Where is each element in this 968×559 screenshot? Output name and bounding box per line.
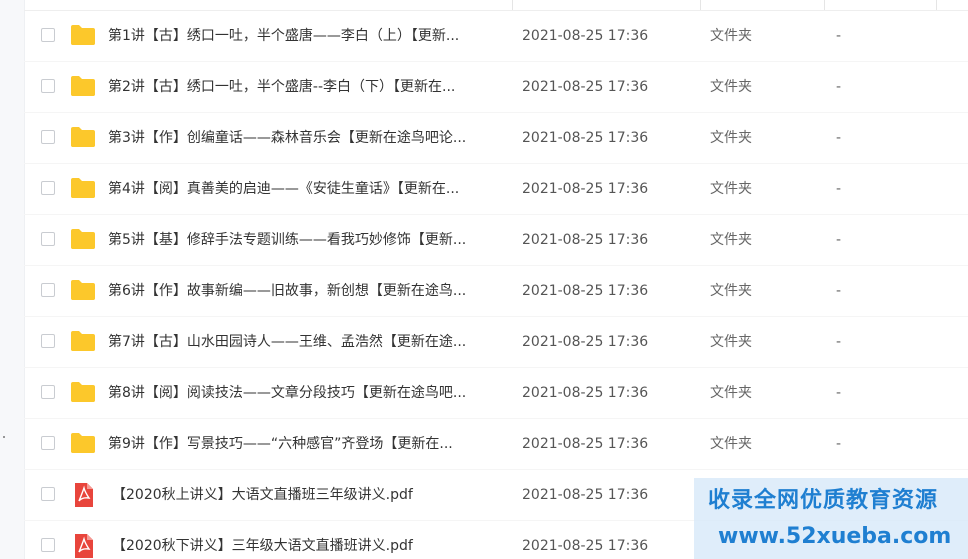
row-checkbox[interactable] [41, 538, 55, 552]
file-modified-date: 2021-08-25 17:36 [522, 436, 649, 452]
file-size: - [836, 79, 842, 95]
file-size: - [836, 28, 842, 44]
pdf-icon [70, 483, 96, 507]
column-divider[interactable] [512, 0, 513, 10]
folder-icon [70, 330, 96, 352]
file-name-link[interactable]: 第7讲【古】山水田园诗人——王维、孟浩然【更新在途... [108, 333, 518, 351]
file-name-link[interactable]: 【2020秋上讲义】大语文直播班三年级讲义.pdf [112, 486, 522, 504]
folder-icon [70, 279, 96, 301]
column-divider[interactable] [936, 0, 937, 10]
file-name-link[interactable]: 第3讲【作】创编童话——森林音乐会【更新在途鸟吧论... [108, 129, 518, 147]
row-checkbox[interactable] [41, 232, 55, 246]
file-size: - [836, 232, 842, 248]
watermark-slogan: 收录全网优质教育资源 [708, 488, 939, 513]
file-row[interactable]: 第7讲【古】山水田园诗人——王维、孟浩然【更新在途... 2021-08-25 1… [24, 317, 968, 368]
file-modified-date: 2021-08-25 17:36 [522, 385, 649, 401]
file-size: - [836, 334, 842, 350]
folder-icon [71, 331, 95, 351]
file-list: 第1讲【古】绣口一吐，半个盛唐——李白（上）【更新... 2021-08-25 1… [24, 11, 968, 559]
file-name-link[interactable]: 第8讲【阅】阅读技法——文章分段技巧【更新在途鸟吧... [108, 384, 518, 402]
watermark-overlay: 收录全网优质教育资源 www.52xueba.com [694, 478, 968, 559]
file-type: 文件夹 [710, 385, 752, 401]
file-name-link[interactable]: 第2讲【古】绣口一吐，半个盛唐--李白（下）【更新在... [108, 78, 518, 96]
file-size: - [836, 130, 842, 146]
file-row[interactable]: 第3讲【作】创编童话——森林音乐会【更新在途鸟吧论... 2021-08-25 1… [24, 113, 968, 164]
folder-icon [71, 382, 95, 402]
folder-icon [71, 280, 95, 300]
row-checkbox[interactable] [41, 79, 55, 93]
file-name-link[interactable]: 第4讲【阅】真善美的启迪——《安徒生童话》【更新在... [108, 180, 518, 198]
file-type: 文件夹 [710, 334, 752, 350]
row-checkbox[interactable] [41, 487, 55, 501]
watermark-url: www.52xueba.com [718, 524, 952, 549]
file-row[interactable]: 第9讲【作】写景技巧——“六种感官”齐登场【更新在... 2021-08-25 1… [24, 419, 968, 470]
column-header-strip [24, 0, 968, 11]
folder-icon [71, 127, 95, 147]
row-checkbox[interactable] [41, 181, 55, 195]
pdf-icon [75, 534, 93, 558]
row-checkbox[interactable] [41, 130, 55, 144]
file-name-link[interactable]: 第1讲【古】绣口一吐，半个盛唐——李白（上）【更新... [108, 27, 518, 45]
file-modified-date: 2021-08-25 17:36 [522, 283, 649, 299]
file-modified-date: 2021-08-25 17:36 [522, 232, 649, 248]
file-modified-date: 2021-08-25 17:36 [522, 334, 649, 350]
file-modified-date: 2021-08-25 17:36 [522, 181, 649, 197]
file-type: 文件夹 [710, 181, 752, 197]
pdf-icon [75, 483, 93, 507]
folder-icon [70, 75, 96, 97]
folder-icon [70, 126, 96, 148]
file-row[interactable]: 第6讲【作】故事新编——旧故事，新创想【更新在途鸟... 2021-08-25 1… [24, 266, 968, 317]
file-row[interactable]: 第1讲【古】绣口一吐，半个盛唐——李白（上）【更新... 2021-08-25 1… [24, 11, 968, 62]
file-row[interactable]: 第2讲【古】绣口一吐，半个盛唐--李白（下）【更新在... 2021-08-25 … [24, 62, 968, 113]
column-divider[interactable] [700, 0, 701, 10]
folder-icon [70, 177, 96, 199]
left-sidebar-edge [0, 0, 25, 559]
file-browser: 第1讲【古】绣口一吐，半个盛唐——李白（上）【更新... 2021-08-25 1… [0, 0, 968, 559]
folder-icon [70, 228, 96, 250]
folder-icon [70, 381, 96, 403]
file-type: 文件夹 [710, 232, 752, 248]
file-type: 文件夹 [710, 130, 752, 146]
file-type: 文件夹 [710, 79, 752, 95]
file-name-link[interactable]: 第9讲【作】写景技巧——“六种感官”齐登场【更新在... [108, 435, 518, 453]
sidebar-dot [3, 436, 5, 438]
row-checkbox[interactable] [41, 28, 55, 42]
file-type: 文件夹 [710, 436, 752, 452]
folder-icon [71, 76, 95, 96]
folder-icon [71, 178, 95, 198]
folder-icon [70, 24, 96, 46]
column-divider[interactable] [824, 0, 825, 10]
file-row[interactable]: 第8讲【阅】阅读技法——文章分段技巧【更新在途鸟吧... 2021-08-25 1… [24, 368, 968, 419]
file-type: 文件夹 [710, 28, 752, 44]
folder-icon [71, 229, 95, 249]
file-modified-date: 2021-08-25 17:36 [522, 79, 649, 95]
file-row[interactable]: 第4讲【阅】真善美的启迪——《安徒生童话》【更新在... 2021-08-25 1… [24, 164, 968, 215]
file-modified-date: 2021-08-25 17:36 [522, 130, 649, 146]
pdf-icon [70, 534, 96, 558]
row-checkbox[interactable] [41, 436, 55, 450]
file-modified-date: 2021-08-25 17:36 [522, 538, 649, 554]
file-type: 文件夹 [710, 283, 752, 299]
file-modified-date: 2021-08-25 17:36 [522, 28, 649, 44]
file-name-link[interactable]: 第5讲【基】修辞手法专题训练——看我巧妙修饰【更新... [108, 231, 518, 249]
folder-icon [71, 25, 95, 45]
folder-icon [71, 433, 95, 453]
file-size: - [836, 436, 842, 452]
file-size: - [836, 385, 842, 401]
file-size: - [836, 181, 842, 197]
row-checkbox[interactable] [41, 334, 55, 348]
file-name-link[interactable]: 【2020秋下讲义】三年级大语文直播班讲义.pdf [112, 537, 522, 555]
row-checkbox[interactable] [41, 385, 55, 399]
folder-icon [70, 432, 96, 454]
file-modified-date: 2021-08-25 17:36 [522, 487, 649, 503]
row-checkbox[interactable] [41, 283, 55, 297]
file-name-link[interactable]: 第6讲【作】故事新编——旧故事，新创想【更新在途鸟... [108, 282, 518, 300]
file-size: - [836, 283, 842, 299]
file-row[interactable]: 第5讲【基】修辞手法专题训练——看我巧妙修饰【更新... 2021-08-25 1… [24, 215, 968, 266]
